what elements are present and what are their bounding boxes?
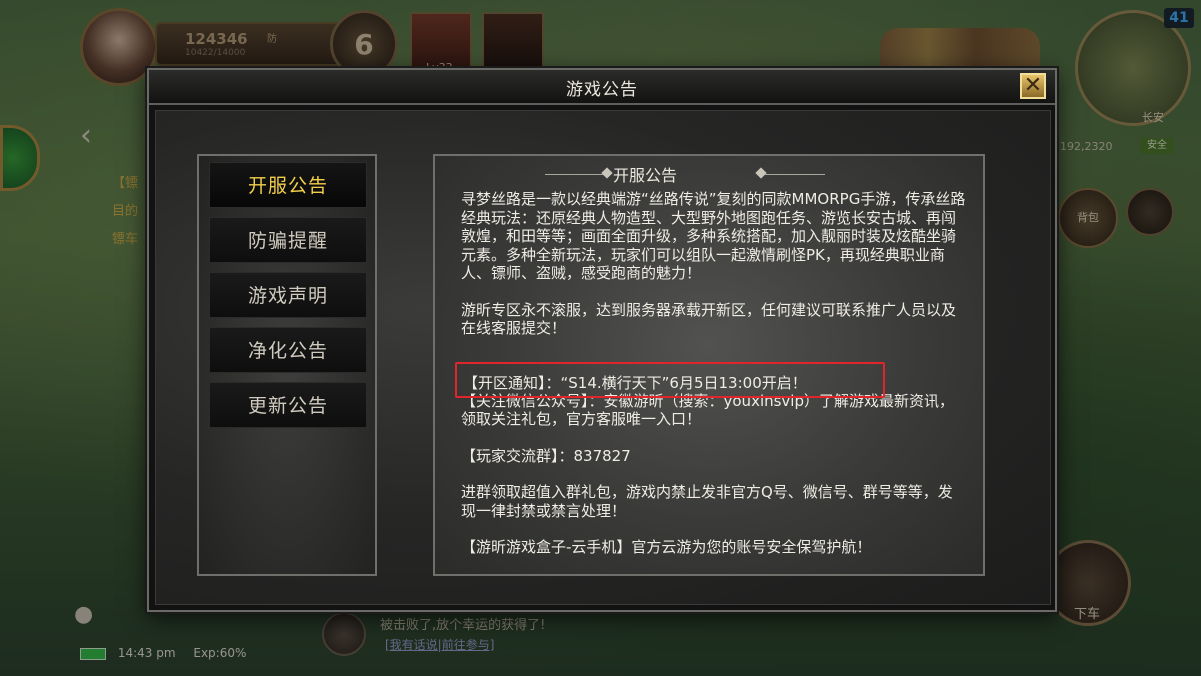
server-open-notice: 【开区通知】：“S14.横行天下”6月5日13:00开启！ [463, 374, 807, 392]
paragraph-intro: 寻梦丝路是一款以经典端游“丝路传说”复刻的同款MMORPG手游，传承丝路经典玩法… [461, 190, 966, 282]
tab-cleanup-notice[interactable]: 净化公告 [209, 327, 367, 373]
dialog-title: 游戏公告 [566, 80, 638, 100]
announcement-dialog: 游戏公告 ✕ 开服公告 防骗提醒 游戏声明 净化公告 更新公告 开服公告 寻梦丝… [147, 68, 1057, 612]
tab-server-open[interactable]: 开服公告 [209, 162, 367, 208]
tab-update-notice[interactable]: 更新公告 [209, 382, 367, 428]
tab-game-statement[interactable]: 游戏声明 [209, 272, 367, 318]
close-button[interactable]: ✕ [1020, 73, 1046, 99]
tab-anti-fraud[interactable]: 防骗提醒 [209, 217, 367, 263]
content-header: 开服公告 [435, 162, 983, 186]
paragraph-cloud-phone: 【游昕游戏盒子-云手机】官方云游为您的账号安全保驾护航！ [461, 538, 872, 556]
header-divider-left [545, 174, 605, 175]
announcement-tabs: 开服公告 防骗提醒 游戏声明 净化公告 更新公告 [197, 154, 377, 576]
dialog-titlebar: 游戏公告 ✕ [149, 70, 1055, 105]
content-title: 开服公告 [613, 166, 678, 185]
header-divider-right [765, 174, 825, 175]
paragraph-qq-group: 【玩家交流群】：837827 [461, 446, 631, 465]
header-diamond-icon [755, 167, 767, 179]
announcement-content[interactable]: 开服公告 寻梦丝路是一款以经典端游“丝路传说”复刻的同款MMORPG手游，传承丝… [433, 154, 985, 576]
paragraph-server-policy: 游昕专区永不滚服，达到服务器承载开新区，任何建议可联系推广人员以及在线客服提交！ [461, 300, 957, 338]
header-diamond-icon [601, 167, 613, 179]
paragraph-group-rules: 进群领取超值入群礼包，游戏内禁止发非官方Q号、微信号、群号等等，发现一律封禁或禁… [461, 483, 953, 520]
